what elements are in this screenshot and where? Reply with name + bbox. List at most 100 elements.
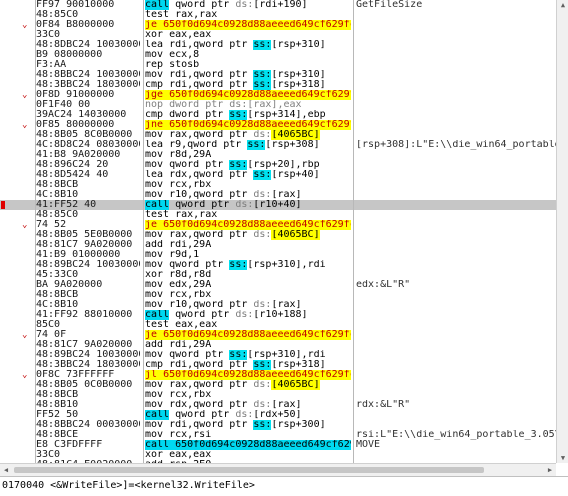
gutter[interactable] bbox=[0, 340, 34, 350]
gutter[interactable] bbox=[0, 440, 34, 450]
instruction-row[interactable]: 48:8BCB mov rcx,rbx bbox=[0, 180, 556, 190]
instruction-row[interactable]: 41:B9 01000000 mov r9d,1 bbox=[0, 250, 556, 260]
gutter[interactable] bbox=[0, 230, 34, 240]
instruction-row[interactable]: 48:85C0 test rax,rax bbox=[0, 210, 556, 220]
gutter[interactable] bbox=[0, 250, 34, 260]
gutter[interactable] bbox=[0, 70, 34, 80]
gutter[interactable] bbox=[0, 180, 34, 190]
instruction-row[interactable]: 48:8DBC24 10030000 lea rdi,qword ptr ss:[… bbox=[0, 40, 556, 50]
gutter[interactable]: ⌄ bbox=[0, 220, 34, 230]
gutter[interactable] bbox=[0, 100, 34, 110]
instruction-row[interactable]: 0F1F40 00 nop dword ptr ds:[rax],eax bbox=[0, 100, 556, 110]
instruction-row[interactable]: 48:896C24 20 mov qword ptr ss:[rsp+20],rb… bbox=[0, 160, 556, 170]
gutter[interactable] bbox=[0, 290, 34, 300]
gutter[interactable]: ⌄ bbox=[0, 90, 34, 100]
instruction-row[interactable]: 48:85C0 test rax,rax bbox=[0, 10, 556, 20]
instruction-row[interactable]: 41:B8 9A020000 mov r8d,29A bbox=[0, 150, 556, 160]
instruction-row[interactable]: BA 9A020000 mov edx,29A edx:&L"R" bbox=[0, 280, 556, 290]
gutter[interactable] bbox=[0, 10, 34, 20]
instruction-row[interactable]: 48:81C7 9A020000 add rdi,29A bbox=[0, 340, 556, 350]
gutter[interactable] bbox=[0, 110, 34, 120]
gutter[interactable] bbox=[0, 0, 34, 10]
instruction-row[interactable]: 48:3BBC24 18030000 cmp rdi,qword ptr ss:[… bbox=[0, 360, 556, 370]
instruction-row[interactable]: 33C0 xor eax,eax bbox=[0, 30, 556, 40]
instruction-row[interactable]: ⌄ 0F8C 73FFFFFF jl 650f0d694c0928d88aeeed6… bbox=[0, 370, 556, 380]
instruction-row[interactable]: 48:8BCB mov rcx,rbx bbox=[0, 290, 556, 300]
instruction-row[interactable]: 39AC24 14030000 cmp dword ptr ss:[rsp+314… bbox=[0, 110, 556, 120]
gutter[interactable]: ⌄ bbox=[0, 20, 34, 30]
scroll-up-icon[interactable]: ▲ bbox=[558, 0, 568, 10]
instruction-row[interactable]: 48:8BCE mov rcx,rsi rsi:L"E:\\die_win64_po… bbox=[0, 430, 556, 440]
instruction-row[interactable]: 48:8D5424 40 lea rdx,qword ptr ss:[rsp+40… bbox=[0, 170, 556, 180]
horizontal-scroll-thumb[interactable] bbox=[14, 467, 484, 473]
instruction-row[interactable]: ⌄ 0F84 B8000000 je 650f0d694c0928d88aeeed6… bbox=[0, 20, 556, 30]
instruction-row[interactable]: 48:89BC24 10030000 mov qword ptr ss:[rsp+… bbox=[0, 350, 556, 360]
breakpoint-icon[interactable] bbox=[1, 201, 5, 209]
instruction-row[interactable]: ⌄ 74 52 je 650f0d694c0928d88aeeed649cf629f… bbox=[0, 220, 556, 230]
instruction-row[interactable]: 48:8B05 8C0B0000 mov rax,qword ptr ds:[40… bbox=[0, 130, 556, 140]
gutter[interactable] bbox=[0, 210, 34, 220]
gutter[interactable] bbox=[0, 430, 34, 440]
instruction-row[interactable]: ⌄ 0F8D 91000000 jge 650f0d694c0928d88aeeed… bbox=[0, 90, 556, 100]
gutter[interactable] bbox=[0, 30, 34, 40]
instruction-row[interactable]: 48:8B05 0C0B0000 mov rax,qword ptr ds:[40… bbox=[0, 380, 556, 390]
gutter[interactable]: ⌄ bbox=[0, 330, 34, 340]
instruction-row[interactable]: FF97 90010000 call qword ptr ds:[rdi+190]… bbox=[0, 0, 556, 10]
scroll-down-icon[interactable]: ▼ bbox=[558, 453, 568, 463]
gutter[interactable] bbox=[0, 400, 34, 410]
gutter[interactable] bbox=[0, 300, 34, 310]
instruction-row[interactable]: ⌄ 0F85 80000000 jne 650f0d694c0928d88aeeed… bbox=[0, 120, 556, 130]
gutter[interactable] bbox=[0, 320, 34, 330]
scroll-right-icon[interactable]: ▶ bbox=[545, 464, 555, 476]
gutter[interactable] bbox=[0, 410, 34, 420]
instruction-row[interactable]: B9 08000000 mov ecx,8 bbox=[0, 50, 556, 60]
gutter[interactable] bbox=[0, 390, 34, 400]
instruction-row[interactable]: FF52 50 call qword ptr ds:[rdx+50] bbox=[0, 410, 556, 420]
instruction-row[interactable]: 41:FF92 88010000 call qword ptr ds:[r10+1… bbox=[0, 310, 556, 320]
gutter[interactable] bbox=[0, 380, 34, 390]
instruction-row[interactable]: E8 C3FDFFFF call 650f0d694c0928d88aeeed64… bbox=[0, 440, 556, 450]
gutter[interactable] bbox=[0, 200, 34, 210]
gutter[interactable] bbox=[0, 170, 34, 180]
gutter[interactable] bbox=[0, 60, 34, 70]
instruction-row[interactable]: 48:8BBC24 10030000 mov rdi,qword ptr ss:[… bbox=[0, 70, 556, 80]
gutter[interactable] bbox=[0, 50, 34, 60]
gutter[interactable] bbox=[0, 150, 34, 160]
gutter[interactable] bbox=[0, 40, 34, 50]
instruction-row[interactable]: 48:8B10 mov rdx,qword ptr ds:[rax] rdx:&L"… bbox=[0, 400, 556, 410]
instruction-row[interactable]: 33C0 xor eax,eax bbox=[0, 450, 556, 460]
instruction-row[interactable]: 4C:8B10 mov r10,qword ptr ds:[rax] bbox=[0, 300, 556, 310]
disassembly-view[interactable]: FF97 90010000 call qword ptr ds:[rdi+190]… bbox=[0, 0, 556, 464]
gutter[interactable] bbox=[0, 240, 34, 250]
gutter[interactable] bbox=[0, 160, 34, 170]
instruction-row[interactable]: 45:33C0 xor r8d,r8d bbox=[0, 270, 556, 280]
gutter[interactable] bbox=[0, 350, 34, 360]
instruction-row[interactable]: ⌄ 74 0F je 650f0d694c0928d88aeeed649cf629f… bbox=[0, 330, 556, 340]
gutter[interactable] bbox=[0, 270, 34, 280]
instruction-row[interactable]: 48:8BBC24 00030000 mov rdi,qword ptr ss:[… bbox=[0, 420, 556, 430]
gutter[interactable] bbox=[0, 80, 34, 90]
gutter[interactable] bbox=[0, 450, 34, 460]
gutter[interactable] bbox=[0, 140, 34, 150]
instruction-row[interactable]: 4C:8D8C24 08030000 lea r9,qword ptr ss:[r… bbox=[0, 140, 556, 150]
instruction-row[interactable]: 48:81C7 9A020000 add rdi,29A bbox=[0, 240, 556, 250]
gutter[interactable] bbox=[0, 310, 34, 320]
gutter[interactable] bbox=[0, 130, 34, 140]
instruction-row[interactable]: 4C:8B10 mov r10,qword ptr ds:[rax] bbox=[0, 190, 556, 200]
gutter[interactable] bbox=[0, 190, 34, 200]
instruction-row[interactable]: 85C0 test eax,eax bbox=[0, 320, 556, 330]
gutter[interactable]: ⌄ bbox=[0, 120, 34, 130]
instruction-row[interactable]: 48:8B05 5E0B0000 mov rax,qword ptr ds:[40… bbox=[0, 230, 556, 240]
horizontal-scrollbar[interactable]: ◀ ▶ bbox=[0, 463, 556, 476]
scroll-left-icon[interactable]: ◀ bbox=[1, 464, 11, 476]
instruction-row[interactable]: F3:AA rep stosb bbox=[0, 60, 556, 70]
selected-instruction-row[interactable]: 41:FF52 40 call qword ptr ds:[r10+40] bbox=[0, 200, 556, 210]
gutter[interactable] bbox=[0, 280, 34, 290]
gutter[interactable] bbox=[0, 360, 34, 370]
instruction-row[interactable]: 48:89BC24 10030000 mov qword ptr ss:[rsp+… bbox=[0, 260, 556, 270]
gutter[interactable] bbox=[0, 260, 34, 270]
instruction-row[interactable]: 48:8BCB mov rcx,rbx bbox=[0, 390, 556, 400]
gutter[interactable] bbox=[0, 420, 34, 430]
gutter[interactable]: ⌄ bbox=[0, 370, 34, 380]
vertical-scrollbar[interactable]: ▲ ▼ bbox=[556, 0, 568, 463]
